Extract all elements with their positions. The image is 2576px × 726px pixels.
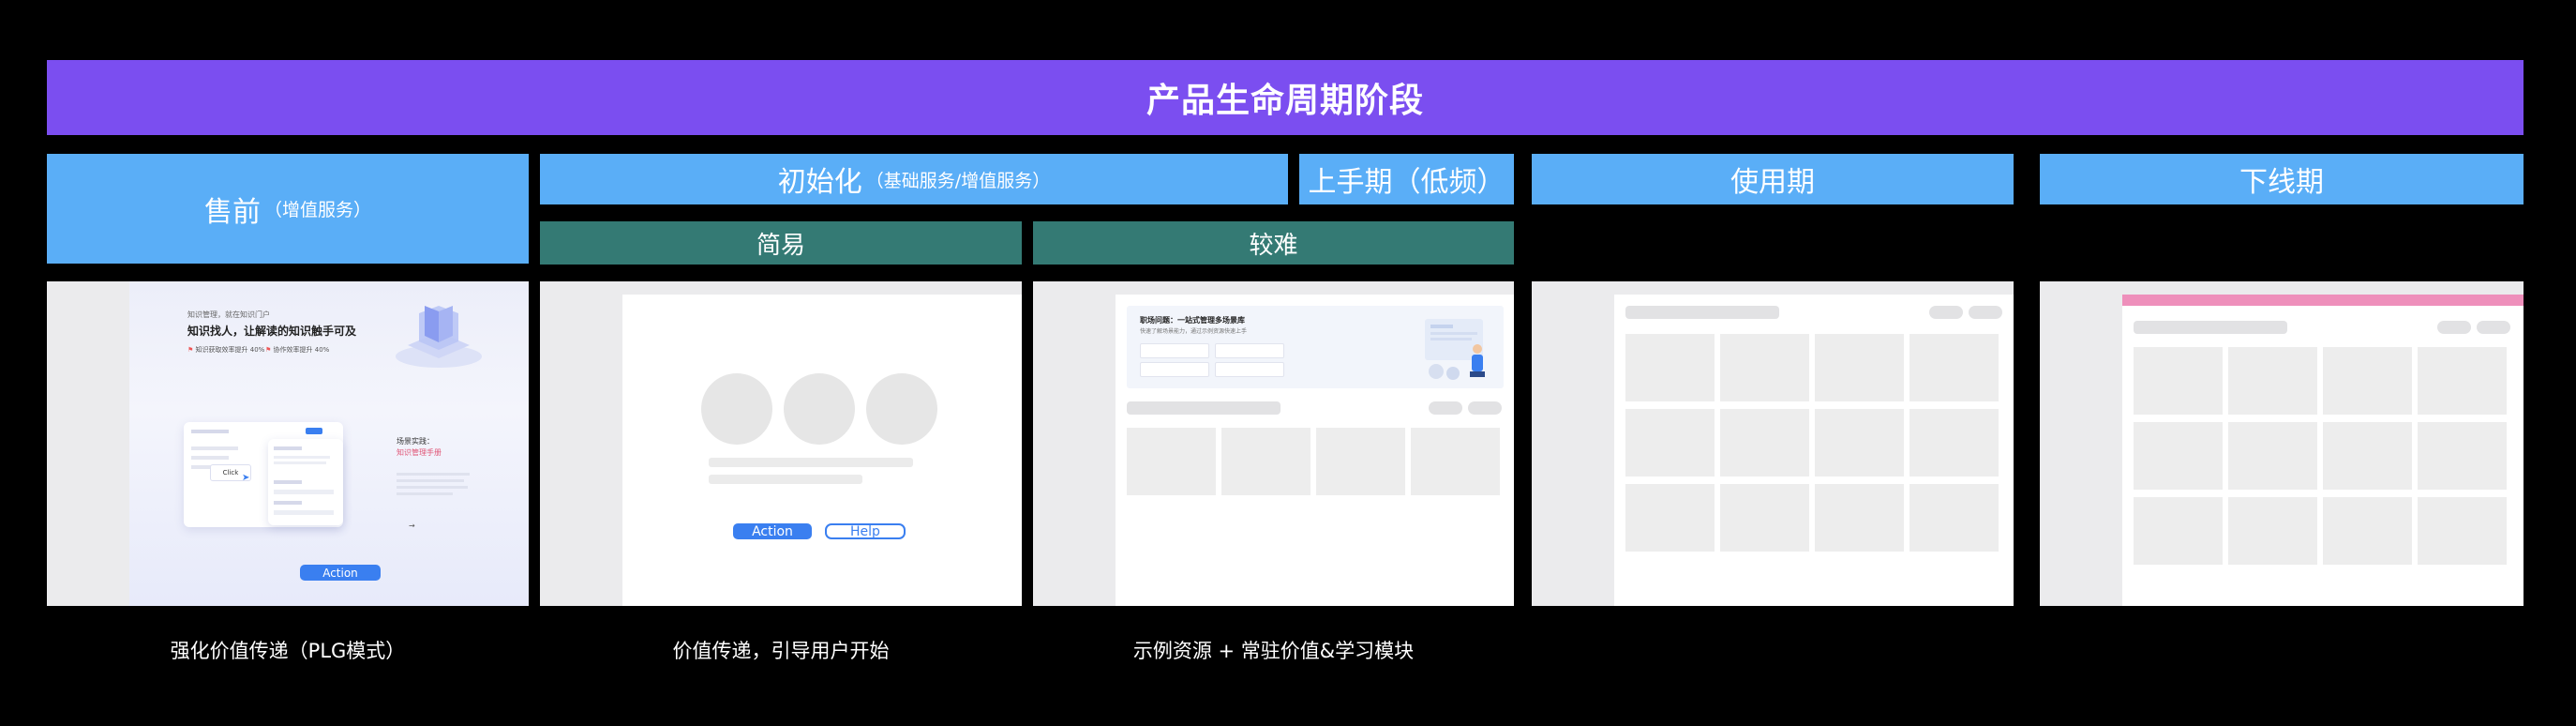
- placeholder-card: [2134, 347, 2223, 415]
- placeholder-pill: [1969, 306, 2002, 319]
- caption-hard: 示例资源 + 常驻价值&学习模块: [1132, 640, 1415, 662]
- offline-warning-bar: [2122, 295, 2524, 306]
- mock-hard-sub: 快速了解场景能力，通过示例资源快速上手: [1140, 328, 1248, 335]
- subphase-easy: 简易: [540, 221, 1022, 265]
- placeholder-card: [1720, 334, 1809, 401]
- mock-easy-action-button[interactable]: Action: [733, 523, 812, 539]
- placeholder-card: [2228, 497, 2317, 565]
- mock-usage-page: [1614, 295, 2014, 606]
- mock-usage-panel: [1532, 281, 2014, 606]
- placeholder-card: [1316, 428, 1405, 495]
- mock-presale-side-title: 场景实践：: [397, 437, 434, 446]
- placeholder-card: [2228, 347, 2317, 415]
- mock-presale-popup: [268, 439, 343, 525]
- mock-easy-help-label: Help: [850, 523, 880, 539]
- banner-title: 产品生命周期阶段: [1146, 82, 1424, 120]
- phase-usage: 使用期: [1532, 154, 2014, 204]
- mock-presale-click-label: Click: [222, 469, 239, 476]
- placeholder-pill: [1468, 401, 1502, 415]
- mock-easy-panel: Action Help: [540, 281, 1022, 606]
- placeholder-card: [2228, 422, 2317, 490]
- phase-init-note: （基础服务/增值服务）: [865, 170, 1051, 191]
- placeholder-card: [1127, 428, 1216, 495]
- mock-presale-panel: 知识管理，就在知识门户 知识找人，让解读的知识触手可及 ⚑ 知识获取效率提升 4…: [47, 281, 529, 606]
- placeholder-card: [1910, 409, 1999, 476]
- mock-presale-headline: 知识找人，让解读的知识触手可及: [187, 325, 357, 338]
- placeholder-card: [1625, 409, 1715, 476]
- placeholder-circle: [784, 373, 855, 445]
- mock-hard-panel: 职场问题：一站式管理多场景库 快速了解场景能力，通过示例资源快速上手: [1033, 281, 1514, 606]
- phase-presale-note: （增值服务）: [263, 200, 371, 220]
- mock-presale-action-label: Action: [322, 566, 358, 580]
- placeholder-card: [1815, 334, 1904, 401]
- placeholder-card: [1625, 334, 1715, 401]
- placeholder-card: [2134, 422, 2223, 490]
- placeholder-card: [2323, 422, 2412, 490]
- workspace-illustration-icon: [1425, 319, 1485, 380]
- subphase-hard-label: 较难: [1249, 231, 1298, 260]
- mock-presale-action-button[interactable]: Action: [300, 565, 381, 581]
- phase-offline: 下线期: [2040, 154, 2524, 204]
- placeholder-card: [1910, 484, 1999, 552]
- phase-presale: 售前 （增值服务）: [47, 154, 529, 264]
- mock-easy-help-button[interactable]: Help: [825, 523, 906, 539]
- arrow-right-icon: →: [409, 522, 415, 530]
- mock-hard-hero: 职场问题：一站式管理多场景库 快速了解场景能力，通过示例资源快速上手: [1127, 306, 1504, 388]
- phase-offline-title: 下线期: [2239, 166, 2324, 199]
- folder-illustration-icon: [396, 306, 482, 368]
- placeholder-card: [2323, 497, 2412, 565]
- placeholder-card: [2418, 347, 2507, 415]
- mock-easy-page: Action Help: [622, 295, 1022, 606]
- mock-presale-stat2: ⚑ 协作效率提升 40%: [265, 345, 329, 355]
- placeholder-card: [1910, 334, 1999, 401]
- placeholder-line: [709, 475, 862, 484]
- placeholder-card: [2418, 497, 2507, 565]
- placeholder-card: [1720, 409, 1809, 476]
- phase-usage-title: 使用期: [1730, 166, 1815, 199]
- mock-hard-headline: 职场问题：一站式管理多场景库: [1140, 316, 1245, 325]
- placeholder-line: [1127, 401, 1281, 415]
- placeholder-card: [2418, 422, 2507, 490]
- flag-icon: ⚑: [187, 346, 194, 354]
- placeholder-card: [1221, 428, 1310, 495]
- cursor-icon: ➤: [242, 473, 250, 483]
- subphase-hard: 较难: [1033, 221, 1514, 265]
- mock-presale-stat2-text: 协作效率提升 40%: [273, 346, 330, 354]
- placeholder-pill: [1929, 306, 1963, 319]
- placeholder-card: [1815, 409, 1904, 476]
- placeholder-card: [1411, 428, 1500, 495]
- placeholder-circle: [866, 373, 937, 445]
- mock-presale-side-subtitle: 知识管理手册: [397, 448, 442, 457]
- placeholder-card: [1720, 484, 1809, 552]
- caption-presale: 强化价值传递（PLG模式）: [170, 640, 406, 662]
- mock-presale-page: 知识管理，就在知识门户 知识找人，让解读的知识触手可及 ⚑ 知识获取效率提升 4…: [129, 281, 529, 606]
- phase-onboard-title: 上手期（低频）: [1308, 166, 1505, 199]
- mock-presale-stat1-text: 知识获取效率提升 40%: [195, 346, 265, 354]
- placeholder-card: [1815, 484, 1904, 552]
- lifecycle-banner: 产品生命周期阶段: [47, 60, 2524, 135]
- mock-easy-action-label: Action: [752, 523, 793, 539]
- placeholder-circle: [701, 373, 772, 445]
- placeholder-line: [2134, 321, 2287, 334]
- phase-init: 初始化 （基础服务/增值服务）: [540, 154, 1288, 204]
- placeholder-pill: [2477, 321, 2510, 334]
- mock-hard-page: 职场问题：一站式管理多场景库 快速了解场景能力，通过示例资源快速上手: [1116, 295, 1514, 606]
- mock-presale-eyebrow: 知识管理，就在知识门户: [187, 310, 270, 319]
- placeholder-card: [1625, 484, 1715, 552]
- mock-offline-panel: [2040, 281, 2524, 606]
- flag-icon: ⚑: [265, 346, 272, 354]
- placeholder-line: [1625, 306, 1779, 319]
- placeholder-card: [2134, 497, 2223, 565]
- placeholder-pill: [1429, 401, 1462, 415]
- placeholder-pill: [2437, 321, 2471, 334]
- mock-presale-stat1: ⚑ 知识获取效率提升 40%: [187, 345, 264, 355]
- phase-presale-title: 售前: [203, 195, 261, 229]
- mock-offline-page: [2122, 295, 2524, 606]
- placeholder-line: [709, 458, 913, 467]
- caption-easy: 价值传递，引导用户开始: [672, 640, 890, 662]
- subphase-easy-label: 简易: [756, 231, 805, 260]
- placeholder-card: [2323, 347, 2412, 415]
- phase-init-title: 初始化: [777, 166, 862, 199]
- phase-onboard: 上手期（低频）: [1299, 154, 1514, 204]
